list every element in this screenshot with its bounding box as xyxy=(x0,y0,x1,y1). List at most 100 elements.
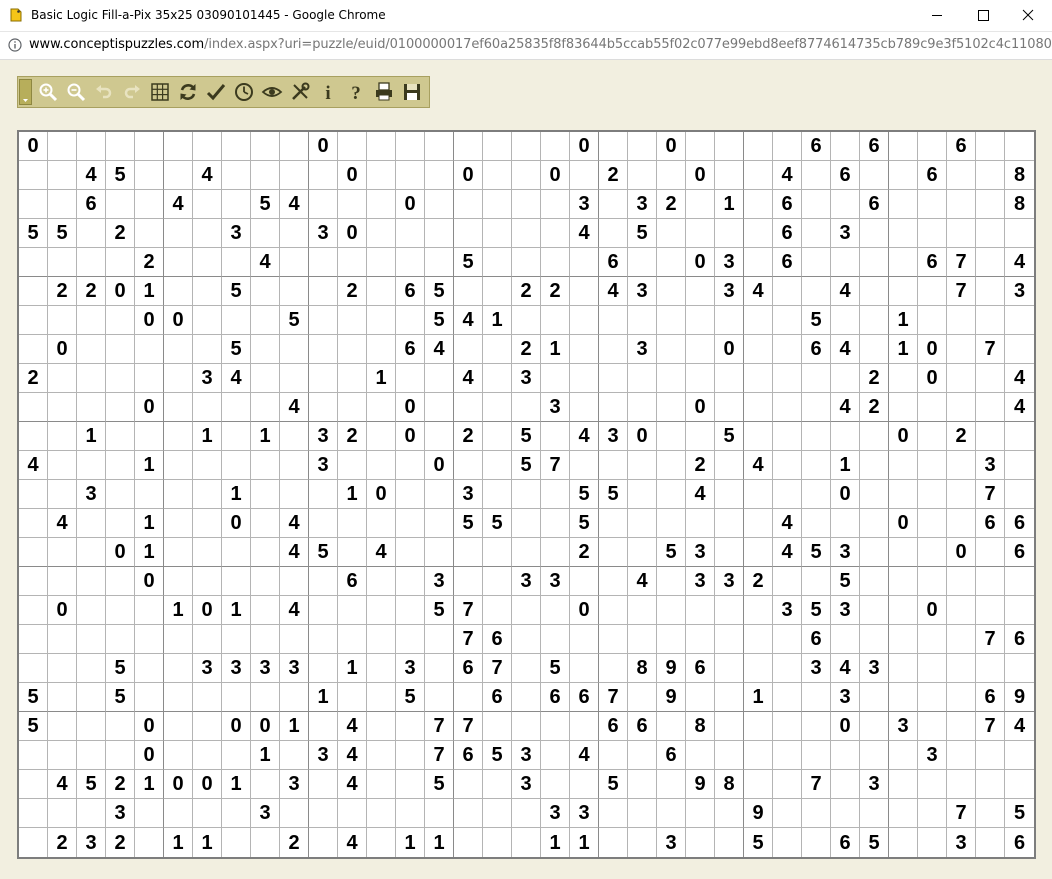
puzzle-cell[interactable] xyxy=(280,248,309,277)
puzzle-cell[interactable]: 3 xyxy=(512,364,541,393)
puzzle-cell[interactable]: 0 xyxy=(338,219,367,248)
puzzle-cell[interactable] xyxy=(396,625,425,654)
puzzle-cell[interactable]: 4 xyxy=(1005,248,1034,277)
puzzle-cell[interactable] xyxy=(686,741,715,770)
puzzle-cell[interactable] xyxy=(918,132,947,161)
puzzle-cell[interactable] xyxy=(976,364,1005,393)
puzzle-cell[interactable]: 4 xyxy=(831,393,860,422)
puzzle-cell[interactable]: 2 xyxy=(106,828,135,857)
puzzle-cell[interactable] xyxy=(773,480,802,509)
puzzle-cell[interactable]: 7 xyxy=(483,654,512,683)
puzzle-cell[interactable] xyxy=(106,306,135,335)
puzzle-cell[interactable] xyxy=(715,828,744,857)
print-button[interactable] xyxy=(372,79,396,105)
puzzle-cell[interactable] xyxy=(193,741,222,770)
puzzle-cell[interactable]: 0 xyxy=(251,712,280,741)
puzzle-cell[interactable]: 3 xyxy=(454,480,483,509)
puzzle-cell[interactable]: 3 xyxy=(715,248,744,277)
puzzle-cell[interactable]: 8 xyxy=(715,770,744,799)
puzzle-cell[interactable]: 0 xyxy=(918,335,947,364)
puzzle-cell[interactable] xyxy=(396,248,425,277)
puzzle-cell[interactable] xyxy=(860,161,889,190)
puzzle-cell[interactable]: 3 xyxy=(831,538,860,567)
puzzle-cell[interactable] xyxy=(744,306,773,335)
puzzle-cell[interactable] xyxy=(599,451,628,480)
minimize-button[interactable] xyxy=(914,0,960,31)
puzzle-cell[interactable]: 5 xyxy=(483,741,512,770)
puzzle-cell[interactable] xyxy=(976,770,1005,799)
puzzle-cell[interactable]: 0 xyxy=(396,393,425,422)
puzzle-cell[interactable] xyxy=(280,480,309,509)
puzzle-cell[interactable] xyxy=(454,277,483,306)
puzzle-cell[interactable]: 1 xyxy=(135,509,164,538)
puzzle-cell[interactable] xyxy=(715,538,744,567)
puzzle-cell[interactable]: 6 xyxy=(454,741,483,770)
puzzle-cell[interactable]: 0 xyxy=(48,335,77,364)
puzzle-cell[interactable] xyxy=(135,828,164,857)
puzzle-cell[interactable] xyxy=(802,219,831,248)
puzzle-cell[interactable] xyxy=(106,248,135,277)
puzzle-cell[interactable]: 5 xyxy=(454,509,483,538)
puzzle-cell[interactable] xyxy=(889,828,918,857)
puzzle-cell[interactable] xyxy=(425,538,454,567)
puzzle-cell[interactable]: 4 xyxy=(1005,712,1034,741)
puzzle-cell[interactable] xyxy=(570,451,599,480)
puzzle-cell[interactable]: 0 xyxy=(19,132,48,161)
puzzle-cell[interactable]: 3 xyxy=(77,480,106,509)
puzzle-cell[interactable]: 5 xyxy=(106,683,135,712)
puzzle-cell[interactable]: 1 xyxy=(715,190,744,219)
puzzle-cell[interactable] xyxy=(164,799,193,828)
puzzle-cell[interactable] xyxy=(193,248,222,277)
puzzle-cell[interactable] xyxy=(599,190,628,219)
puzzle-cell[interactable] xyxy=(744,712,773,741)
puzzle-cell[interactable] xyxy=(773,683,802,712)
puzzle-cell[interactable] xyxy=(599,364,628,393)
puzzle-cell[interactable] xyxy=(599,393,628,422)
puzzle-cell[interactable]: 5 xyxy=(309,538,338,567)
puzzle-cell[interactable]: 3 xyxy=(628,190,657,219)
puzzle-cell[interactable] xyxy=(454,451,483,480)
puzzle-cell[interactable]: 4 xyxy=(338,712,367,741)
puzzle-cell[interactable] xyxy=(628,683,657,712)
puzzle-cell[interactable] xyxy=(77,364,106,393)
puzzle-cell[interactable] xyxy=(1005,654,1034,683)
puzzle-cell[interactable] xyxy=(367,132,396,161)
puzzle-cell[interactable] xyxy=(1005,596,1034,625)
puzzle-cell[interactable] xyxy=(309,161,338,190)
puzzle-cell[interactable] xyxy=(512,654,541,683)
puzzle-cell[interactable]: 4 xyxy=(338,770,367,799)
puzzle-cell[interactable] xyxy=(106,393,135,422)
puzzle-cell[interactable] xyxy=(831,509,860,538)
puzzle-cell[interactable] xyxy=(599,741,628,770)
puzzle-cell[interactable]: 9 xyxy=(657,654,686,683)
puzzle-grid[interactable]: 0000666454000204668645403321668552330456… xyxy=(17,130,1036,859)
puzzle-cell[interactable]: 1 xyxy=(338,654,367,683)
puzzle-cell[interactable] xyxy=(135,422,164,451)
puzzle-cell[interactable] xyxy=(657,248,686,277)
puzzle-cell[interactable] xyxy=(773,422,802,451)
puzzle-cell[interactable] xyxy=(1005,132,1034,161)
puzzle-cell[interactable]: 2 xyxy=(19,364,48,393)
puzzle-cell[interactable] xyxy=(715,654,744,683)
puzzle-cell[interactable] xyxy=(222,190,251,219)
puzzle-cell[interactable] xyxy=(251,364,280,393)
puzzle-cell[interactable]: 0 xyxy=(889,509,918,538)
puzzle-cell[interactable] xyxy=(164,335,193,364)
puzzle-cell[interactable] xyxy=(976,567,1005,596)
puzzle-cell[interactable]: 5 xyxy=(77,770,106,799)
puzzle-cell[interactable] xyxy=(715,741,744,770)
reveal-button[interactable] xyxy=(260,79,284,105)
puzzle-cell[interactable] xyxy=(976,306,1005,335)
puzzle-cell[interactable] xyxy=(541,306,570,335)
puzzle-cell[interactable] xyxy=(512,132,541,161)
puzzle-cell[interactable]: 0 xyxy=(135,306,164,335)
puzzle-cell[interactable] xyxy=(512,248,541,277)
puzzle-cell[interactable] xyxy=(889,654,918,683)
puzzle-cell[interactable] xyxy=(918,422,947,451)
puzzle-cell[interactable] xyxy=(338,596,367,625)
puzzle-cell[interactable] xyxy=(628,161,657,190)
puzzle-cell[interactable] xyxy=(947,683,976,712)
puzzle-cell[interactable] xyxy=(512,190,541,219)
puzzle-cell[interactable] xyxy=(425,161,454,190)
puzzle-cell[interactable] xyxy=(48,712,77,741)
